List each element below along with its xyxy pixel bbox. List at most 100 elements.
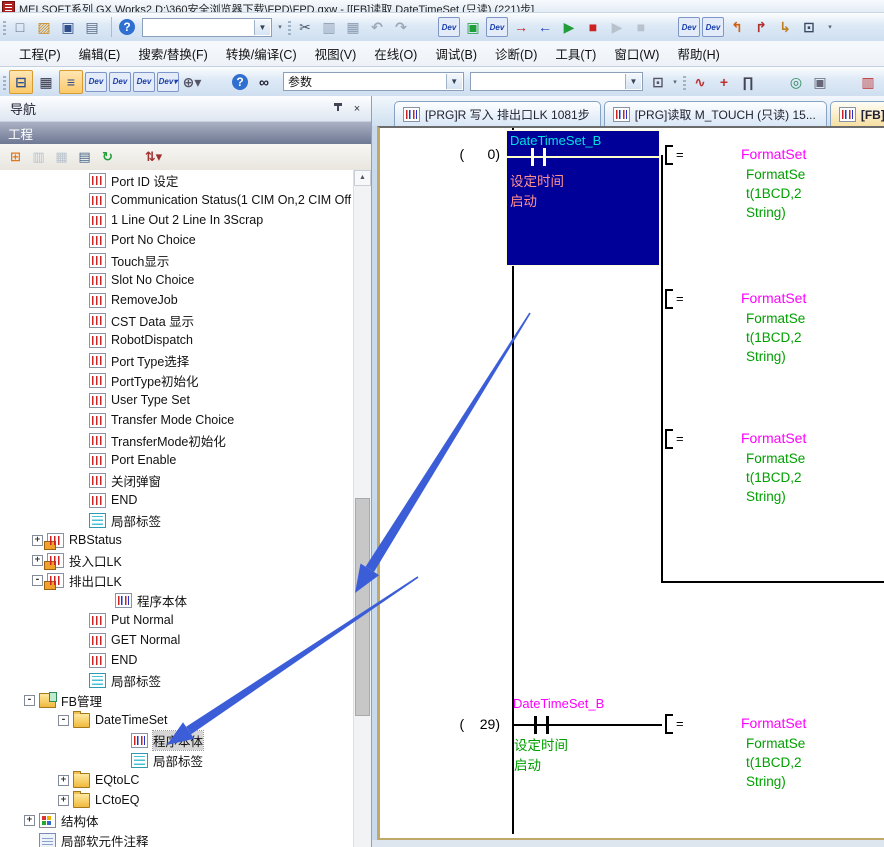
expand-toggle-icon[interactable]: + bbox=[32, 535, 43, 546]
write-to-plc-button[interactable]: → bbox=[510, 16, 532, 38]
secondary-combobox[interactable]: ▼ bbox=[470, 72, 643, 91]
tree-item-lctoeq[interactable]: + LCtoEQ bbox=[0, 790, 354, 810]
comparison-instruction[interactable]: = FormatSet FormatSe t(1BCD,2 String) bbox=[661, 428, 884, 518]
save-button[interactable]: ▣ bbox=[57, 16, 79, 38]
separator[interactable] bbox=[414, 16, 436, 38]
new-file-button[interactable]: □ bbox=[9, 16, 31, 38]
tree-item-local-device-comment[interactable]: 局部软元件注释 bbox=[0, 830, 354, 847]
comparison-instruction[interactable]: = FormatSet FormatSe t(1BCD,2 String) bbox=[661, 144, 884, 234]
expand-toggle-icon[interactable]: + bbox=[58, 795, 69, 806]
device-comment-icon[interactable]: Dev bbox=[85, 72, 107, 92]
tab-prg-read-mtouch[interactable]: [PRG]读取 M_TOUCH (只读) 15... bbox=[604, 101, 827, 126]
tab-fb-read-datetimeset[interactable]: [FB]读 bbox=[830, 101, 884, 126]
expand-toggle-icon[interactable]: + bbox=[32, 555, 43, 566]
tree-item-port-no-choice[interactable]: Port No Choice bbox=[0, 230, 354, 250]
tree-item-user-type-set[interactable]: User Type Set bbox=[0, 390, 354, 410]
tree-scrollbar[interactable]: ▲ bbox=[353, 170, 371, 847]
tree-item-porttype-init[interactable]: PortType初始化 bbox=[0, 370, 354, 390]
tree-item-transfer-mode-choice[interactable]: Transfer Mode Choice bbox=[0, 410, 354, 430]
device-test-icon[interactable]: Dev bbox=[486, 17, 508, 37]
tree-item-end-1[interactable]: END bbox=[0, 490, 354, 510]
intelligent-module-button[interactable]: ▦ bbox=[35, 71, 57, 93]
project-combobox[interactable]: ▼ bbox=[142, 18, 272, 37]
redo-button[interactable]: ↷ bbox=[390, 16, 412, 38]
device-grid-icon[interactable]: Dev bbox=[109, 72, 131, 92]
tree-item-transfermode-init[interactable]: TransferMode初始化 bbox=[0, 430, 354, 450]
tree-item-local-label-3[interactable]: 局部标签 bbox=[0, 750, 354, 770]
device-display-dropdown[interactable]: Dev▾ bbox=[157, 72, 179, 92]
navigation-toggle-button[interactable]: ⊟ bbox=[9, 70, 33, 94]
trace-point-button[interactable]: + bbox=[713, 71, 735, 93]
device-pair-icon[interactable]: Dev bbox=[133, 72, 155, 92]
tree-item-fb-management[interactable]: - FB管理 bbox=[0, 690, 354, 710]
trace-curve-button[interactable]: ∿ bbox=[689, 71, 711, 93]
scroll-up-icon[interactable]: ▲ bbox=[354, 170, 371, 186]
tree-item-1-line-out[interactable]: 1 Line Out 2 Line In 3Scrap bbox=[0, 210, 354, 230]
separator[interactable] bbox=[205, 71, 227, 93]
comparison-instruction[interactable]: = FormatSet FormatSe t(1BCD,2 String) bbox=[661, 288, 884, 378]
tree-item-port-id[interactable]: Port ID 设定 bbox=[0, 170, 354, 190]
menu-item[interactable]: 诊断(D) bbox=[486, 40, 546, 67]
tree-item-port-type-choice[interactable]: Port Type选择 bbox=[0, 350, 354, 370]
menu-item[interactable]: 编辑(E) bbox=[70, 40, 130, 67]
tab-prg-write-output-lk[interactable]: [PRG]R 写入 排出口LK 1081步 bbox=[394, 101, 601, 126]
cut-button[interactable]: ✂ bbox=[294, 16, 316, 38]
monitor-stop-disabled-icon[interactable]: ■ bbox=[630, 16, 652, 38]
watch-search-button[interactable]: ◎ bbox=[785, 71, 807, 93]
open-file-button[interactable]: ▨ bbox=[33, 16, 55, 38]
chart-button[interactable]: ▥ bbox=[857, 71, 879, 93]
expand-toggle-icon[interactable]: + bbox=[58, 775, 69, 786]
tree-item-port-enable[interactable]: Port Enable bbox=[0, 450, 354, 470]
jump-history-button[interactable]: ↳ bbox=[774, 16, 796, 38]
tree-item-close-popup[interactable]: 关闭弹窗 bbox=[0, 470, 354, 490]
close-icon[interactable]: × bbox=[349, 101, 365, 116]
paste-item-button[interactable]: ▦ bbox=[51, 147, 72, 167]
comparison-instruction[interactable]: = FormatSet FormatSe t(1BCD,2 String) bbox=[661, 713, 884, 803]
tree-item-cst-data[interactable]: CST Data 显示 bbox=[0, 310, 354, 330]
jump-next-button[interactable]: ↱ bbox=[750, 16, 772, 38]
tree-item-touch-display[interactable]: Touch显示 bbox=[0, 250, 354, 270]
monitor-start-button[interactable]: ▶ bbox=[558, 16, 580, 38]
tree-item-eqtolc[interactable]: + EQtoLC bbox=[0, 770, 354, 790]
separator[interactable] bbox=[654, 16, 676, 38]
toolbar-overflow-icon[interactable]: ▾ bbox=[275, 16, 285, 38]
expand-toggle-icon[interactable]: + bbox=[24, 815, 35, 826]
tree-item-program-body-1[interactable]: 程序本体 bbox=[0, 590, 354, 610]
snapshot-button[interactable]: ▣ bbox=[809, 71, 831, 93]
toolbar-overflow-icon[interactable]: ▾ bbox=[825, 16, 835, 38]
device-monitor-icon[interactable]: ▣ bbox=[462, 16, 484, 38]
tree-item-rbstatus[interactable]: + RBStatus bbox=[0, 530, 354, 550]
expand-toggle-icon[interactable]: - bbox=[24, 695, 35, 706]
menu-item[interactable]: 转换/编译(C) bbox=[217, 40, 306, 67]
chevron-down-icon[interactable]: ▼ bbox=[446, 74, 462, 89]
print-button[interactable]: ▤ bbox=[81, 16, 103, 38]
tree-item-local-label-2[interactable]: 局部标签 bbox=[0, 670, 354, 690]
find-button[interactable]: ∞ bbox=[253, 71, 275, 93]
undo-button[interactable]: ↶ bbox=[366, 16, 388, 38]
menu-item[interactable]: 帮助(H) bbox=[668, 40, 728, 67]
device-write-icon[interactable]: Dev bbox=[438, 17, 460, 37]
device-display-1-icon[interactable]: Dev bbox=[678, 17, 700, 37]
refresh-button[interactable]: ↻ bbox=[97, 147, 118, 167]
add-new-item-button[interactable]: ⊞ bbox=[5, 147, 26, 167]
tree-item-output-lk[interactable]: - 排出口LK bbox=[0, 570, 354, 590]
toolbar-overflow-icon[interactable]: ▾ bbox=[670, 71, 680, 93]
tree-item-program-body-2[interactable]: 程序本体 bbox=[0, 730, 354, 750]
expand-toggle-icon[interactable]: - bbox=[58, 715, 69, 726]
menu-item[interactable]: 搜索/替换(F) bbox=[129, 40, 216, 67]
project-section-bar[interactable]: 工程 bbox=[0, 122, 371, 144]
tree-item-put-normal[interactable]: Put Normal bbox=[0, 610, 354, 630]
paste-button[interactable]: ▦ bbox=[342, 16, 364, 38]
tree-item-communication-status[interactable]: Communication Status(1 CIM On,2 CIM Off bbox=[0, 190, 354, 210]
device-find-dropdown[interactable]: ⊕▾ bbox=[181, 71, 203, 93]
menu-item[interactable]: 工具(T) bbox=[546, 40, 605, 67]
read-from-plc-button[interactable]: ← bbox=[534, 16, 556, 38]
separator[interactable] bbox=[761, 71, 783, 93]
help-button-2[interactable]: ? bbox=[232, 74, 248, 90]
tree-item-local-label-1[interactable]: 局部标签 bbox=[0, 510, 354, 530]
tree-item-robotdispatch[interactable]: RobotDispatch bbox=[0, 330, 354, 350]
rung1-selected-contact[interactable]: DateTimeSet_B 设定时间 启动 bbox=[506, 130, 660, 266]
tree-item-removejob[interactable]: RemoveJob bbox=[0, 290, 354, 310]
copy-button[interactable]: ▥ bbox=[318, 16, 340, 38]
monitor-start-disabled-icon[interactable]: ▶ bbox=[606, 16, 628, 38]
